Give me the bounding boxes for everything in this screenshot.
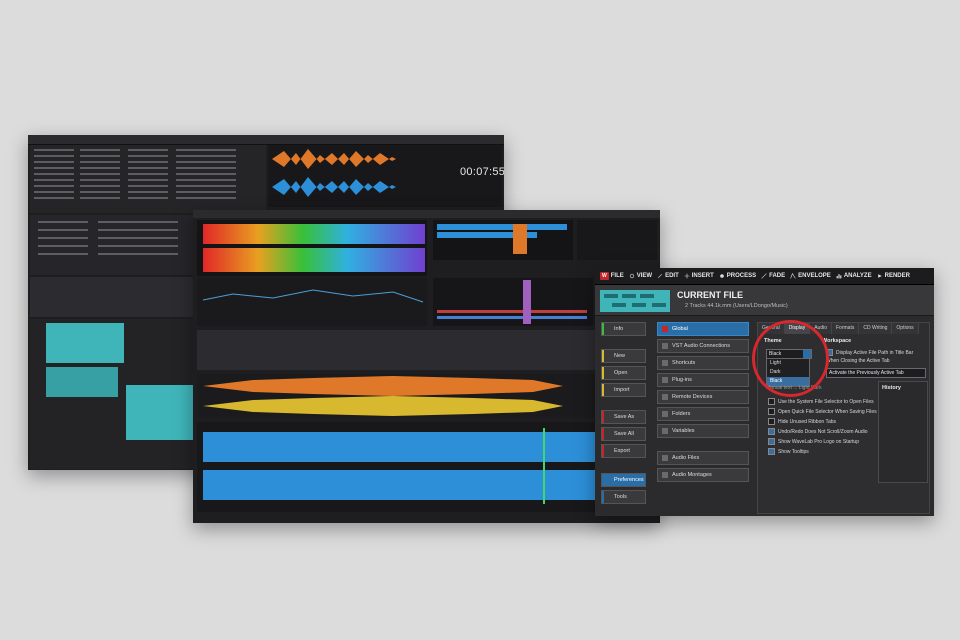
nav-new-button[interactable]: New <box>601 349 646 363</box>
audio-files-icon <box>662 455 668 461</box>
option-show-tooltips[interactable]: Show Tooltips <box>768 448 809 455</box>
shortcuts-icon <box>662 360 668 366</box>
category-audio-montages[interactable]: Audio Montages <box>657 468 749 482</box>
category-variables[interactable]: Variables <box>657 424 749 438</box>
when-closing-label: When Closing the Active Tab <box>826 358 890 364</box>
checkbox[interactable] <box>768 408 775 415</box>
folder-icon <box>662 411 668 417</box>
left-window-clock: 00:07:55.290 <box>460 166 504 178</box>
analyze-icon <box>836 274 842 279</box>
option-active-file-path[interactable]: Display Active File Path in Title Bar <box>826 349 913 356</box>
ribbon-view[interactable]: VIEW <box>629 273 652 279</box>
ribbon-file[interactable]: W FILE <box>600 272 624 280</box>
variables-icon <box>662 428 668 434</box>
nav-export-button[interactable]: Export <box>601 444 646 458</box>
history-label: History <box>882 385 901 391</box>
category-folders[interactable]: Folders <box>657 407 749 421</box>
current-file-title: CURRENT FILE <box>677 290 743 300</box>
checkbox[interactable] <box>768 398 775 405</box>
middle-window-canvas <box>193 210 660 512</box>
checkbox[interactable] <box>768 418 775 425</box>
category-plug-ins[interactable]: Plug-ins <box>657 373 749 387</box>
ribbon-analyze[interactable]: ANALYZE <box>836 273 872 279</box>
category-audio-files[interactable]: Audio Files <box>657 451 749 465</box>
tab-options[interactable]: Options <box>892 323 919 334</box>
left-window-titlebar <box>28 135 504 145</box>
ribbon-render[interactable]: RENDER <box>877 273 910 279</box>
option-show-logo[interactable]: Show WaveLab Pro Logo on Startup <box>768 438 859 445</box>
option-undo-redo-scroll[interactable]: Undo/Redo Does Not Scroll/Zoom Audio <box>768 428 868 435</box>
ribbon-fade[interactable]: FADE <box>761 273 785 279</box>
current-file-header: CURRENT FILE 2 Tracks 44.1k.mm (Users/LD… <box>595 285 934 316</box>
history-group <box>878 381 928 483</box>
ribbon-edit[interactable]: EDIT <box>657 273 679 279</box>
ribbon-envelope[interactable]: ENVELOPE <box>790 273 831 279</box>
category-global[interactable]: Global <box>657 322 749 336</box>
nav-info-button[interactable]: Info <box>601 322 646 336</box>
insert-icon <box>684 273 690 279</box>
nav-open-button[interactable]: Open <box>601 366 646 380</box>
category-shortcuts[interactable]: Shortcuts <box>657 356 749 370</box>
tab-cd-writing[interactable]: CD Writing <box>859 323 893 334</box>
current-file-thumbnail <box>600 290 670 312</box>
remote-devices-icon <box>662 394 668 400</box>
envelope-icon <box>790 273 796 279</box>
checkbox-checked[interactable] <box>768 438 775 445</box>
fade-icon <box>761 273 767 279</box>
ribbon-insert[interactable]: INSERT <box>684 273 714 279</box>
option-hide-ribbon-tabs[interactable]: Hide Unused Ribbon Tabs <box>768 418 836 425</box>
global-icon <box>662 326 668 332</box>
wavelab-middle-window <box>193 210 660 523</box>
checkbox-checked[interactable] <box>768 428 775 435</box>
nav-import-button[interactable]: Import <box>601 383 646 397</box>
tab-formats[interactable]: Formats <box>832 323 860 334</box>
edit-icon <box>658 273 663 279</box>
nav-save-as-button[interactable]: Save As <box>601 410 646 424</box>
close-tab-dropdown[interactable]: Activate the Previously Active Tab <box>826 368 926 378</box>
checkbox-checked[interactable] <box>768 448 775 455</box>
ribbon-process[interactable]: PROCESS <box>719 273 756 279</box>
wavelab-logo: W <box>600 272 609 280</box>
workspace-label: Workspace <box>822 338 852 344</box>
nav-tools-button[interactable]: Tools <box>601 490 646 504</box>
category-remote-devices[interactable]: Remote Devices <box>657 390 749 404</box>
ribbon-bar: W FILE VIEW EDIT INSERT PROCESS FADE ENV… <box>595 268 934 285</box>
eye-icon <box>629 273 634 279</box>
left-navigation: Info New Open Import Save As Save All Ex… <box>601 322 646 507</box>
process-icon <box>719 274 724 278</box>
chevron-down-icon <box>917 369 925 377</box>
preferences-categories: Global VST Audio Connections Shortcuts P… <box>657 322 749 485</box>
nav-preferences-button[interactable]: Preferences <box>601 473 646 487</box>
current-file-subtitle: 2 Tracks 44.1k.mm (Users/LDongo/Music) <box>685 303 788 309</box>
option-quick-file-selector[interactable]: Open Quick File Selector When Saving Fil… <box>768 408 877 415</box>
wavelab-preferences-window: W FILE VIEW EDIT INSERT PROCESS FADE ENV… <box>595 268 934 516</box>
option-system-file-selector[interactable]: Use the System File Selector to Open Fil… <box>768 398 874 405</box>
highlight-circle <box>752 320 829 397</box>
audio-montages-icon <box>662 472 668 478</box>
nav-save-all-button[interactable]: Save All <box>601 427 646 441</box>
vst-icon <box>662 343 668 349</box>
plugins-icon <box>662 377 668 383</box>
render-icon <box>877 274 882 278</box>
category-vst-audio-connections[interactable]: VST Audio Connections <box>657 339 749 353</box>
